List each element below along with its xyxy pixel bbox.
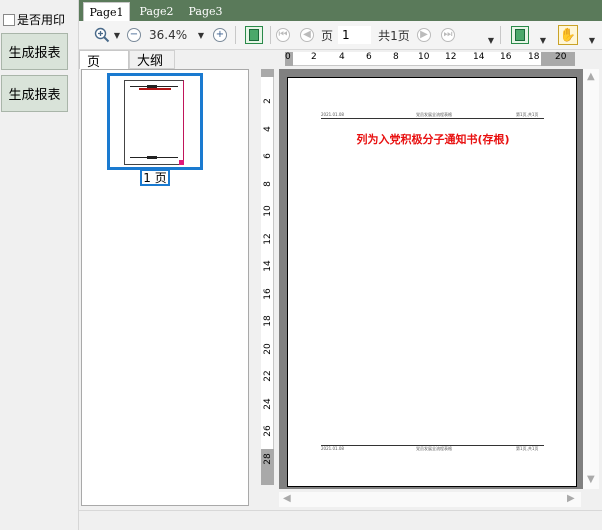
ruler-v-tick: 14 bbox=[263, 260, 273, 272]
layout-dropdown-icon[interactable]: ▼ bbox=[538, 30, 548, 50]
ruler-v-tick: 16 bbox=[263, 288, 273, 300]
page-label: 页 bbox=[320, 28, 333, 43]
generate-report-button-1[interactable]: 生成报表 bbox=[1, 33, 68, 70]
document-page: 2021.01.08 党员发展全流程表格 第1页,共1页 列为入党积极分子通知书… bbox=[287, 77, 577, 487]
use-seal-row[interactable]: 是否用印 bbox=[3, 11, 65, 28]
scroll-left-icon[interactable]: ◀ bbox=[283, 493, 291, 504]
ruler-v-tick: 8 bbox=[263, 181, 273, 187]
header-center: 党员发展全流程表格 bbox=[416, 112, 452, 117]
generate-report-button-2[interactable]: 生成报表 bbox=[1, 75, 68, 112]
thumbnail-panel: 1 页 bbox=[81, 69, 249, 506]
ruler-h-tick: 2 bbox=[311, 52, 317, 62]
page-thumbnail[interactable] bbox=[107, 73, 203, 170]
thumbnail-label: 1 页 bbox=[140, 169, 170, 186]
tab-page1[interactable]: Page1 bbox=[83, 2, 130, 21]
ruler-v-tick: 10 bbox=[263, 205, 273, 217]
overflow-dropdown-icon[interactable]: ▼ bbox=[486, 30, 496, 50]
ruler-h-tick: 6 bbox=[366, 52, 372, 62]
scroll-down-icon[interactable]: ▼ bbox=[587, 474, 595, 485]
zoom-in-dropdown-icon[interactable]: ▼ bbox=[113, 25, 121, 45]
thumbnail-panel-toggle[interactable] bbox=[243, 25, 265, 45]
status-bar bbox=[79, 510, 602, 530]
hand-tool-button[interactable]: ✋ bbox=[557, 25, 579, 45]
ruler-v-tick: 26 bbox=[263, 425, 273, 437]
ruler-h-tick: 8 bbox=[393, 52, 399, 62]
ruler-v-tick: 20 bbox=[263, 343, 273, 355]
total-pages-label: 共1页 bbox=[378, 28, 410, 43]
ruler-v-tick: 12 bbox=[263, 233, 273, 245]
header-rule bbox=[321, 118, 544, 119]
side-panel-tabs: 页 大纲 bbox=[79, 50, 249, 70]
prev-page-button[interactable]: ◀ bbox=[299, 25, 315, 45]
first-page-button[interactable]: ⏮ bbox=[275, 25, 291, 45]
ruler-v-tick: 6 bbox=[263, 153, 273, 159]
horizontal-ruler: 0 2 4 6 8 10 12 14 16 18 20 bbox=[285, 52, 575, 66]
vertical-scrollbar[interactable]: ▲ ▼ bbox=[583, 69, 599, 489]
footer-center: 党员发展全流程表格 bbox=[416, 446, 452, 451]
page-tabbar: Page1 Page2 Page3 bbox=[79, 0, 602, 21]
zoom-in-button[interactable]: + bbox=[212, 25, 228, 45]
header-date: 2021.01.08 bbox=[321, 112, 344, 117]
document-title: 列为入党积极分子通知书(存根) bbox=[356, 133, 510, 146]
ruler-v-tick: 28 bbox=[263, 453, 273, 465]
thumbnail-panel-icon bbox=[245, 26, 263, 44]
hand-dropdown-icon[interactable]: ▼ bbox=[587, 30, 597, 50]
hand-icon: ✋ bbox=[558, 25, 578, 45]
header-page: 第1页,共1页 bbox=[516, 112, 539, 117]
document-viewport[interactable]: 2021.01.08 党员发展全流程表格 第1页,共1页 列为入党积极分子通知书… bbox=[279, 69, 583, 489]
zoom-in-icon[interactable] bbox=[91, 25, 113, 45]
ruler-v-tick: 24 bbox=[263, 398, 273, 410]
ruler-h-tick: 14 bbox=[473, 52, 485, 62]
footer-date: 2021.01.08 bbox=[321, 446, 344, 451]
ruler-h-tick: 4 bbox=[339, 52, 345, 62]
zoom-out-button[interactable]: − bbox=[126, 25, 142, 45]
scroll-right-icon[interactable]: ▶ bbox=[567, 493, 575, 504]
use-seal-label: 是否用印 bbox=[17, 13, 66, 27]
last-page-button[interactable]: ⏭ bbox=[440, 25, 456, 45]
left-pane: 是否用印 生成报表 生成报表 bbox=[0, 0, 79, 530]
tab-page3[interactable]: Page3 bbox=[183, 2, 228, 21]
toolbar-separator bbox=[270, 26, 271, 44]
page-layout-icon bbox=[511, 26, 529, 44]
ruler-h-tick: 18 bbox=[528, 52, 540, 62]
toolbar-separator bbox=[235, 26, 236, 44]
page-layout-button[interactable] bbox=[509, 25, 531, 45]
tab-outline[interactable]: 大纲 bbox=[129, 50, 175, 69]
use-seal-checkbox[interactable] bbox=[3, 13, 15, 26]
preview-toolbar: ▼ − 36.4% ▼ + ⏮ ◀ 页 1 共1页 ▶ ⏭ ▼ ▼ ✋ ▼ bbox=[79, 21, 602, 50]
scroll-up-icon[interactable]: ▲ bbox=[587, 71, 595, 82]
thumbnail-page bbox=[124, 80, 184, 165]
zoom-level[interactable]: 36.4% bbox=[149, 25, 191, 45]
ruler-h-tick: 16 bbox=[500, 52, 512, 62]
zoom-dropdown-icon[interactable]: ▼ bbox=[197, 25, 205, 45]
ruler-h-tick: 10 bbox=[418, 52, 430, 62]
vertical-ruler: 2 4 6 8 10 12 14 16 18 20 22 24 26 28 bbox=[261, 69, 274, 485]
ruler-v-tick: 4 bbox=[263, 126, 273, 132]
next-page-button[interactable]: ▶ bbox=[416, 25, 432, 45]
thumbnail-corner-marker bbox=[179, 160, 184, 165]
page-number-input[interactable]: 1 bbox=[338, 26, 371, 44]
tab-page2[interactable]: Page2 bbox=[134, 2, 179, 21]
ruler-h-tick: 0 bbox=[285, 52, 291, 62]
ruler-v-tick: 2 bbox=[263, 98, 273, 104]
ruler-h-tick: 12 bbox=[445, 52, 457, 62]
tab-pages[interactable]: 页 bbox=[79, 50, 129, 70]
ruler-h-tick: 20 bbox=[555, 52, 567, 62]
ruler-v-tick: 22 bbox=[263, 370, 273, 382]
ruler-v-tick: 18 bbox=[263, 315, 273, 327]
toolbar-separator bbox=[500, 26, 501, 44]
footer-page: 第1页,共1页 bbox=[516, 446, 539, 451]
horizontal-scrollbar[interactable]: ◀ ▶ bbox=[279, 492, 581, 507]
